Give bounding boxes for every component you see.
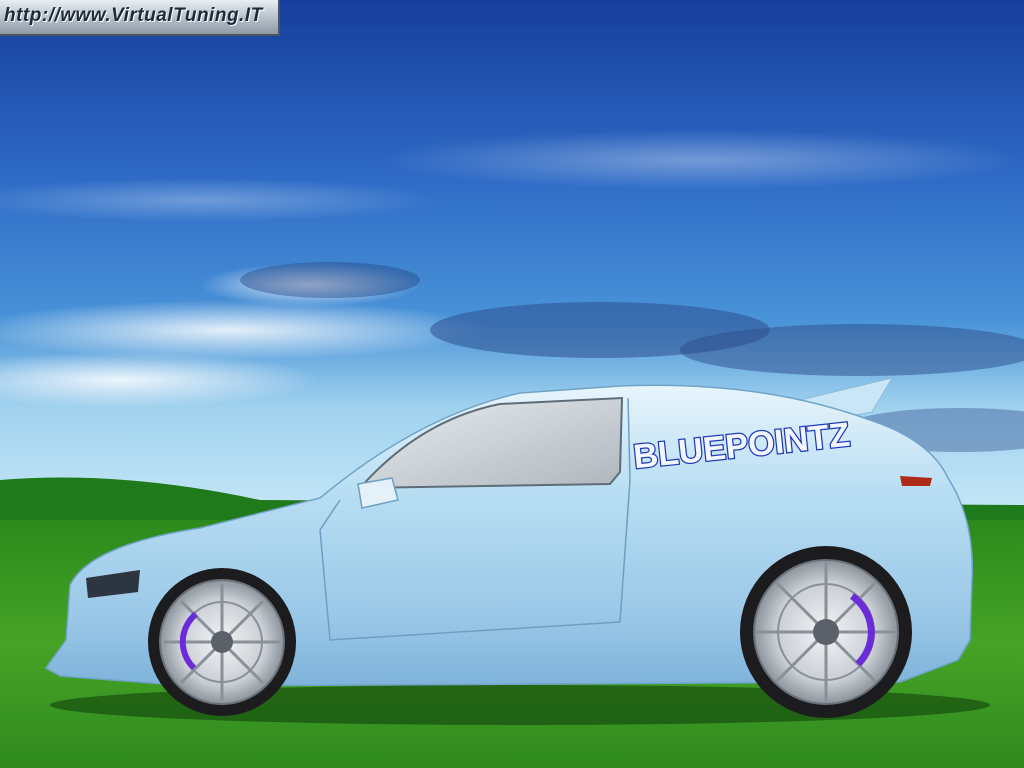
wallpaper-scene: BLUEPOINTZ — [0, 0, 1024, 768]
watermark-text: http://www.VirtualTuning.IT — [4, 5, 263, 26]
wheel-icon — [740, 546, 912, 718]
wheel-icon — [148, 568, 296, 716]
site-watermark: http://www.VirtualTuning.IT — [0, 0, 280, 36]
